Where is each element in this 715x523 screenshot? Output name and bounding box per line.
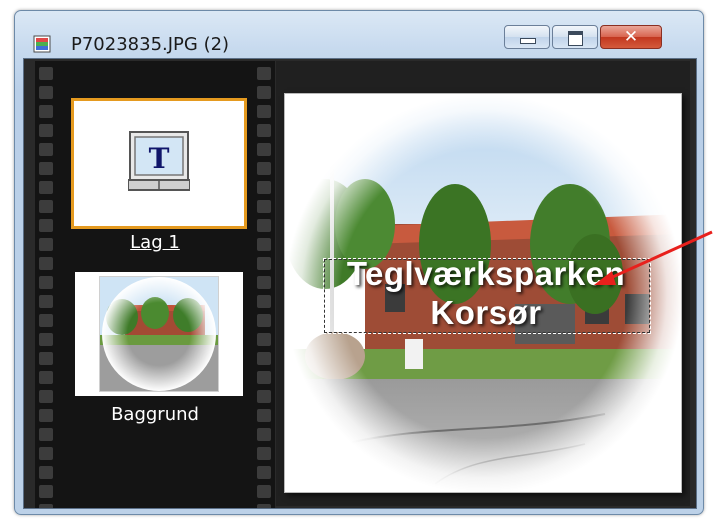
film-perforation	[39, 143, 53, 156]
film-perforation	[39, 485, 53, 498]
film-perforation	[257, 371, 271, 384]
film-perforation	[39, 67, 53, 80]
film-perforation	[257, 314, 271, 327]
film-perforation	[257, 390, 271, 403]
film-perforation	[257, 333, 271, 346]
film-perforation	[257, 447, 271, 460]
maximize-button[interactable]	[552, 25, 598, 49]
film-perforation	[39, 257, 53, 270]
film-perforation	[39, 333, 53, 346]
image-window: P7023835.JPG (2) ✕ T Lag 1 Baggrund Tegl…	[14, 10, 704, 515]
film-perforation	[257, 295, 271, 308]
svg-text:T: T	[149, 142, 170, 175]
layer-panel: T Lag 1 Baggrund	[35, 61, 275, 508]
film-perforation	[257, 219, 271, 232]
film-perforation	[39, 314, 53, 327]
film-perforation	[257, 504, 271, 508]
film-perforation	[257, 181, 271, 194]
film-perforation	[39, 219, 53, 232]
film-perforation	[257, 352, 271, 365]
film-perforation	[257, 143, 271, 156]
film-perforation	[39, 295, 53, 308]
film-perforation	[257, 105, 271, 118]
film-perforation	[39, 276, 53, 289]
film-perforation	[39, 105, 53, 118]
film-perforation	[257, 257, 271, 270]
maximize-icon	[568, 31, 583, 46]
film-perforation	[39, 466, 53, 479]
film-perforation	[257, 86, 271, 99]
selection-marquee[interactable]	[323, 258, 651, 334]
film-perforation	[257, 276, 271, 289]
film-perforation	[257, 466, 271, 479]
film-perforation	[39, 352, 53, 365]
film-perforation	[39, 390, 53, 403]
film-perforation	[39, 200, 53, 213]
layer-label-lag1[interactable]: Lag 1	[35, 232, 275, 253]
film-perforation	[257, 428, 271, 441]
film-perforation	[39, 504, 53, 508]
layer-thumbnail-baggrund[interactable]	[75, 272, 243, 396]
minimize-icon	[520, 38, 536, 44]
film-perforation	[39, 124, 53, 137]
film-perforation	[257, 200, 271, 213]
film-perforation	[39, 371, 53, 384]
minimize-button[interactable]	[504, 25, 550, 49]
close-icon: ✕	[623, 27, 639, 47]
close-button[interactable]: ✕	[600, 25, 662, 49]
photo-thumbnail	[99, 276, 219, 392]
film-perforation	[257, 67, 271, 80]
film-perforation	[39, 428, 53, 441]
image-document-icon	[33, 35, 51, 53]
film-perforation	[39, 86, 53, 99]
text-layer-icon: T	[128, 131, 190, 191]
image-canvas[interactable]: Teglværksparken Korsør	[284, 93, 682, 493]
layer-label-baggrund[interactable]: Baggrund	[35, 404, 275, 425]
window-title: P7023835.JPG (2)	[71, 34, 230, 55]
film-perforation	[257, 124, 271, 137]
film-perforation	[257, 485, 271, 498]
film-perforation	[39, 181, 53, 194]
film-perforation	[39, 447, 53, 460]
layer-thumbnail-lag1[interactable]: T	[71, 98, 247, 229]
window-content: T Lag 1 Baggrund Teglværksparken Korsør	[23, 58, 697, 509]
film-perforation	[257, 162, 271, 175]
film-perforation	[39, 162, 53, 175]
canvas-area: Teglværksparken Korsør	[276, 61, 690, 506]
